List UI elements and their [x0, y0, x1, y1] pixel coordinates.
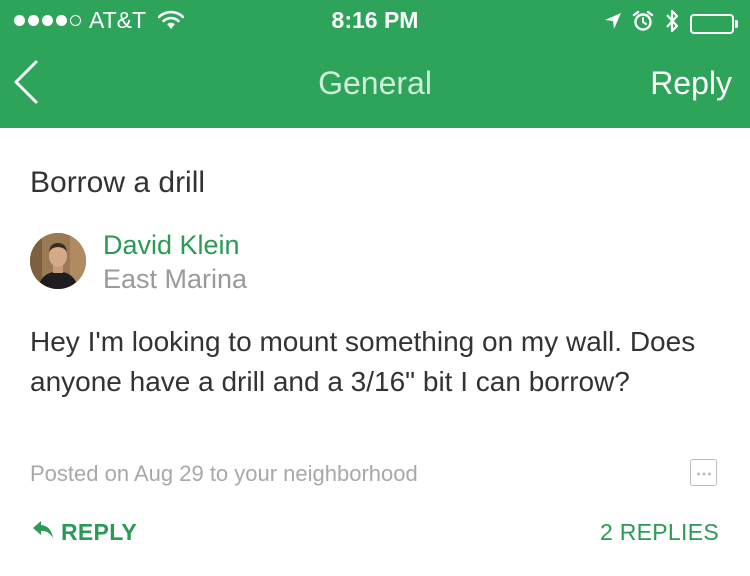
status-right: [604, 8, 738, 39]
reply-nav-button[interactable]: Reply: [650, 65, 732, 102]
post-meta: Posted on Aug 29 to your neighborhood: [30, 461, 418, 486]
replies-count-link[interactable]: 2 REPLIES: [600, 519, 719, 546]
post-body: Hey I'm looking to mount something on my…: [30, 326, 696, 397]
bluetooth-icon: [664, 8, 680, 39]
battery-icon: [690, 13, 738, 34]
reply-button[interactable]: REPLY: [31, 519, 137, 546]
author-name[interactable]: David Klein: [103, 230, 240, 261]
post-title: Borrow a drill: [30, 166, 206, 199]
reply-button-label: REPLY: [61, 519, 138, 545]
battery-body: [690, 13, 734, 34]
header: AT&T 8:16 PM General Reply: [0, 0, 750, 128]
reply-arrow-icon: [31, 519, 55, 546]
status-bar: AT&T 8:16 PM: [0, 0, 750, 40]
nav-bar: General Reply: [0, 40, 750, 128]
author-location: East Marina: [103, 264, 248, 294]
more-options-button[interactable]: [690, 459, 717, 486]
alarm-icon: [632, 10, 654, 37]
more-options-icon: [696, 464, 712, 482]
battery-cap: [735, 19, 738, 28]
nav-title: General: [318, 65, 432, 101]
location-arrow-icon: [604, 12, 622, 35]
avatar[interactable]: [30, 233, 86, 289]
